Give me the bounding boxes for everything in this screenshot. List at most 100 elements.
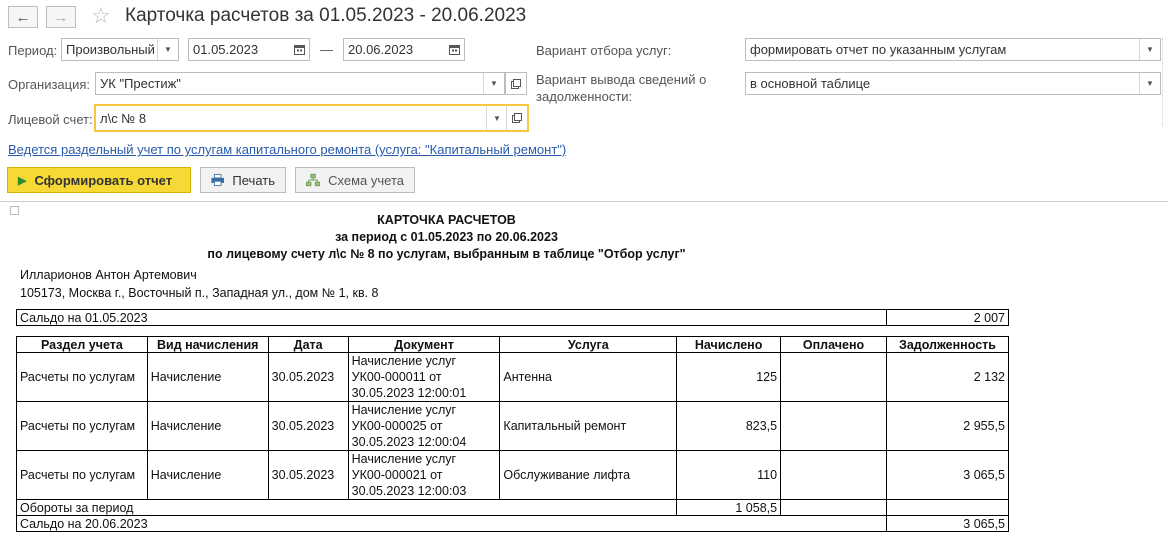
table-row[interactable]: Расчеты по услугам Начисление 30.05.2023… xyxy=(16,450,1010,500)
table-row[interactable]: Расчеты по услугам Начисление 30.05.2023… xyxy=(16,352,1010,402)
cell-document[interactable]: Начисление услуг УК00-000025 от 30.05.20… xyxy=(347,401,501,451)
turnover-debt xyxy=(885,499,1010,516)
cell-paid xyxy=(780,450,887,500)
column-header: Дата xyxy=(267,336,349,353)
cell-debt: 2 955,5 xyxy=(885,401,1010,451)
report-divider xyxy=(0,201,1168,202)
document-line: Начисление услуг xyxy=(351,403,457,417)
cell-charged: 110 xyxy=(676,450,782,500)
debt-output-label-1: Вариант вывода сведений о xyxy=(536,72,707,87)
panel-splitter xyxy=(1162,38,1164,126)
cell-paid xyxy=(780,401,887,451)
calendar-icon[interactable] xyxy=(444,39,464,60)
cell-date: 30.05.2023 xyxy=(267,352,349,402)
document-line: 30.05.2023 12:00:04 xyxy=(351,435,467,449)
dropdown-arrow-icon[interactable]: ▼ xyxy=(1139,39,1160,60)
cell-section: Расчеты по услугам xyxy=(16,401,148,451)
account-value: л\с № 8 xyxy=(100,110,147,126)
printer-icon xyxy=(211,174,224,186)
generate-report-button[interactable]: ▶ Сформировать отчет xyxy=(7,167,191,193)
column-header: Оплачено xyxy=(780,336,887,353)
date-from-value: 01.05.2023 xyxy=(193,42,259,57)
page-title: Карточка расчетов за 01.05.2023 - 20.06.… xyxy=(125,5,527,26)
dropdown-arrow-icon[interactable]: ▼ xyxy=(1139,73,1160,94)
column-header: Начислено xyxy=(676,336,782,353)
report-period: за период с 01.05.2023 по 20.06.2023 xyxy=(335,230,558,244)
cell-document[interactable]: Начисление услуг УК00-000011 от 30.05.20… xyxy=(347,352,501,402)
dropdown-arrow-icon[interactable]: ▼ xyxy=(486,106,507,130)
report-title: КАРТОЧКА РАСЧЕТОВ xyxy=(377,213,516,227)
closing-balance-value: 3 065,5 xyxy=(885,515,1010,532)
table-header-row: Раздел учета Вид начисления Дата Докумен… xyxy=(16,336,1010,353)
accounting-scheme-label: Схема учета xyxy=(328,172,404,188)
play-icon: ▶ xyxy=(18,174,27,187)
column-header: Вид начисления xyxy=(146,336,269,353)
table-row[interactable]: Расчеты по услугам Начисление 30.05.2023… xyxy=(16,401,1010,451)
dropdown-arrow-icon[interactable]: ▼ xyxy=(157,39,178,60)
date-from-input[interactable]: 01.05.2023 xyxy=(188,38,310,61)
dropdown-arrow-icon[interactable]: ▼ xyxy=(483,73,504,94)
debt-output-value: в основной таблице xyxy=(750,76,871,91)
accounting-scheme-button[interactable]: Схема учета xyxy=(295,167,415,193)
scheme-icon xyxy=(306,173,321,187)
org-input[interactable]: УК "Престиж" ▼ xyxy=(95,72,505,95)
cell-section: Расчеты по услугам xyxy=(16,352,148,402)
document-line: Начисление услуг xyxy=(351,452,457,466)
cell-charged: 823,5 xyxy=(676,401,782,451)
turnover-charged: 1 058,5 xyxy=(676,499,782,516)
open-window-icon xyxy=(511,78,521,89)
document-line: УК00-000021 от xyxy=(351,468,443,482)
print-button[interactable]: Печать xyxy=(200,167,286,193)
cell-date: 30.05.2023 xyxy=(267,401,349,451)
org-label: Организация: xyxy=(8,77,91,92)
cell-date: 30.05.2023 xyxy=(267,450,349,500)
turnover-row: Обороты за период 1 058,5 xyxy=(15,499,1010,516)
document-line: 30.05.2023 12:00:03 xyxy=(351,484,467,498)
column-header: Документ xyxy=(347,336,501,353)
date-to-input[interactable]: 20.06.2023 xyxy=(343,38,465,61)
opening-balance-table: Сальдо на 01.05.2023 2 007 xyxy=(16,309,1009,326)
account-label: Лицевой счет: xyxy=(8,112,93,127)
cell-document[interactable]: Начисление услуг УК00-000021 от 30.05.20… xyxy=(347,450,501,500)
service-filter-label: Вариант отбора услуг: xyxy=(536,43,672,58)
date-to-value: 20.06.2023 xyxy=(348,42,414,57)
report-account: по лицевому счету л\с № 8 по услугам, вы… xyxy=(207,247,686,261)
period-type-value: Произвольный xyxy=(66,42,155,57)
cell-charged: 125 xyxy=(676,352,782,402)
settlements-table: Раздел учета Вид начисления Дата Докумен… xyxy=(15,336,1010,532)
closing-balance-row: Сальдо на 20.06.2023 3 065,5 xyxy=(16,515,1010,532)
calendar-icon[interactable] xyxy=(289,39,309,60)
account-input[interactable]: л\с № 8 ▼ xyxy=(94,104,529,132)
cell-kind: Начисление xyxy=(146,450,269,500)
favorite-star-icon[interactable]: ☆ xyxy=(91,3,111,29)
report-person: Илларионов Антон Артемович xyxy=(20,268,197,282)
generate-report-label: Сформировать отчет xyxy=(34,172,173,188)
print-label: Печать xyxy=(232,172,275,188)
period-type-select[interactable]: Произвольный ▼ xyxy=(61,38,179,61)
service-filter-select[interactable]: формировать отчет по указанным услугам ▼ xyxy=(745,38,1161,61)
back-button[interactable]: ← xyxy=(8,6,38,28)
date-dash: — xyxy=(320,42,333,57)
org-value: УК "Престиж" xyxy=(100,76,181,91)
cell-service: Антенна xyxy=(499,352,678,402)
turnover-label: Обороты за период xyxy=(15,499,678,516)
document-line: Начисление услуг xyxy=(351,354,457,368)
report-address: 105173, Москва г., Восточный п., Западна… xyxy=(20,286,379,300)
cell-kind: Начисление xyxy=(146,401,269,451)
capital-repair-info-link[interactable]: Ведется раздельный учет по услугам капит… xyxy=(8,142,566,157)
cell-kind: Начисление xyxy=(146,352,269,402)
open-window-icon[interactable] xyxy=(506,106,527,130)
opening-balance-value: 2 007 xyxy=(886,309,1009,326)
turnover-paid xyxy=(780,499,887,516)
cell-service: Капитальный ремонт xyxy=(499,401,678,451)
forward-button[interactable]: → xyxy=(46,6,76,28)
service-filter-value: формировать отчет по указанным услугам xyxy=(750,42,1007,57)
debt-output-label-2: задолженности: xyxy=(536,89,633,104)
closing-balance-label: Сальдо на 20.06.2023 xyxy=(16,515,887,532)
debt-output-select[interactable]: в основной таблице ▼ xyxy=(745,72,1161,95)
opening-balance-label: Сальдо на 01.05.2023 xyxy=(16,309,887,326)
period-label: Период: xyxy=(8,43,58,58)
document-line: УК00-000025 от xyxy=(351,419,443,433)
open-org-button[interactable] xyxy=(505,72,527,95)
column-header: Раздел учета xyxy=(16,336,148,353)
